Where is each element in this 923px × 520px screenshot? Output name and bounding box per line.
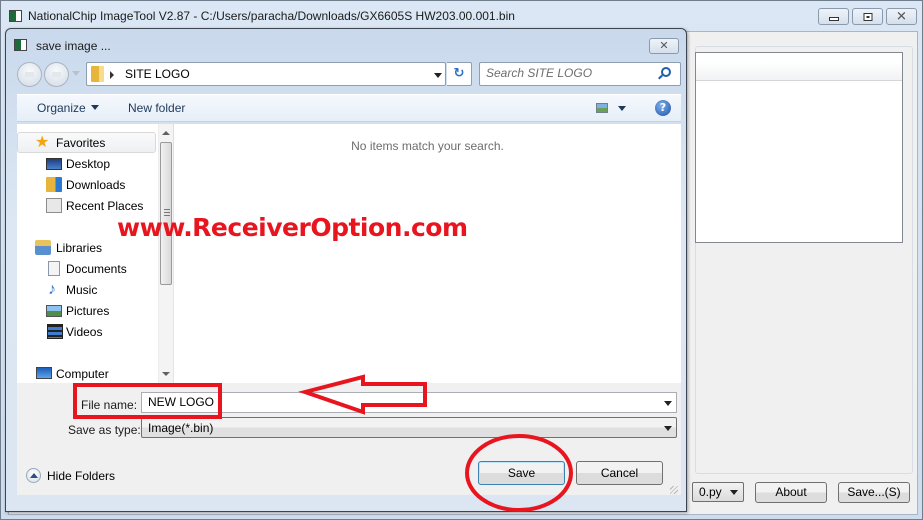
nav-item-label: Recent Places xyxy=(66,199,144,213)
chevron-down-icon xyxy=(90,105,99,110)
nav-item-label: Favorites xyxy=(56,136,106,150)
navigation-scrollbar[interactable] xyxy=(158,124,173,383)
resize-grip-icon[interactable] xyxy=(670,486,678,494)
computer-icon xyxy=(36,367,52,379)
nav-item-videos[interactable]: Videos xyxy=(17,322,156,342)
address-dropdown-icon[interactable] xyxy=(434,73,442,78)
save-as-type-label: Save as type: xyxy=(68,423,141,437)
nav-item-label: Libraries xyxy=(56,241,103,255)
save-dialog: save image ... ✕ SITE LOGO ↻ Organize Ne… xyxy=(5,28,687,512)
recent-locations-icon[interactable] xyxy=(72,71,80,76)
app-list-view[interactable] xyxy=(695,52,903,243)
nav-item-computer[interactable]: Computer xyxy=(17,364,156,384)
chevron-up-icon xyxy=(26,468,41,483)
app-titlebar: NationalChip ImageTool V2.87 - C:/Users/… xyxy=(1,1,923,31)
chevron-down-icon[interactable] xyxy=(664,401,672,406)
change-view-icon[interactable] xyxy=(596,103,608,113)
nav-item-desktop[interactable]: Desktop xyxy=(17,154,156,174)
folder-icon xyxy=(91,66,104,82)
app-title: NationalChip ImageTool V2.87 - C:/Users/… xyxy=(28,9,515,23)
refresh-button[interactable]: ↻ xyxy=(447,62,472,86)
address-bar[interactable]: SITE LOGO xyxy=(86,62,446,86)
nav-item-label: Documents xyxy=(66,262,127,276)
navigation-pane: ★ Favorites Desktop Downloads Recent Pla… xyxy=(17,124,173,383)
documents-icon xyxy=(48,261,60,276)
empty-message: No items match your search. xyxy=(351,139,504,153)
highlight-box xyxy=(73,383,222,419)
script-combo-value: 0.py xyxy=(699,485,722,499)
search-icon[interactable] xyxy=(661,67,671,77)
help-icon[interactable]: ? xyxy=(655,100,671,116)
nav-item-pictures[interactable]: Pictures xyxy=(17,301,156,321)
pictures-icon xyxy=(46,305,62,317)
scroll-up-icon[interactable] xyxy=(162,131,170,135)
breadcrumb-arrow-icon[interactable] xyxy=(110,71,114,79)
scroll-down-icon[interactable] xyxy=(162,372,170,376)
nav-item-documents[interactable]: Documents xyxy=(17,259,156,279)
script-combo[interactable]: 0.py xyxy=(692,482,744,502)
back-button[interactable] xyxy=(17,62,42,87)
close-icon: ✕ xyxy=(659,39,669,52)
search-input[interactable] xyxy=(486,66,656,80)
save-as-type-value: Image(*.bin) xyxy=(148,421,214,435)
new-folder-button[interactable]: New folder xyxy=(128,101,185,115)
close-button[interactable]: ✕ xyxy=(886,8,917,25)
nav-item-downloads[interactable]: Downloads xyxy=(17,175,156,195)
music-icon: ♪ xyxy=(48,281,56,298)
list-header xyxy=(696,62,902,81)
organize-label: Organize xyxy=(37,101,86,115)
star-icon: ★ xyxy=(35,134,50,151)
organize-menu[interactable]: Organize xyxy=(37,101,99,115)
videos-icon xyxy=(47,324,63,339)
watermark-text: www.ReceiverOption.com xyxy=(117,213,468,242)
command-toolbar: Organize New folder ? xyxy=(17,94,681,122)
desktop-icon xyxy=(46,158,62,170)
nav-item-label: Pictures xyxy=(66,304,110,318)
dialog-app-icon xyxy=(14,39,27,51)
chevron-down-icon xyxy=(664,426,672,431)
nav-item-label: Desktop xyxy=(66,157,111,171)
about-button[interactable]: About xyxy=(755,482,827,503)
nav-item-label: Music xyxy=(66,283,98,297)
save-as-type-select[interactable]: Image(*.bin) xyxy=(141,417,677,438)
cancel-button[interactable]: Cancel xyxy=(576,461,663,485)
minimize-icon xyxy=(828,16,839,21)
nav-item-label: Computer xyxy=(56,367,109,381)
downloads-icon xyxy=(46,177,62,192)
minimize-button[interactable] xyxy=(818,8,849,25)
hide-folders-label: Hide Folders xyxy=(47,469,116,483)
libraries-icon xyxy=(35,240,51,255)
nav-item-label: Downloads xyxy=(66,178,126,192)
refresh-icon: ↻ xyxy=(453,66,465,81)
forward-button[interactable] xyxy=(44,62,69,87)
maximize-button[interactable] xyxy=(852,8,883,25)
chevron-down-icon xyxy=(730,490,738,495)
file-name-input[interactable] xyxy=(148,395,648,409)
dialog-title: save image ... xyxy=(36,39,111,53)
close-icon: ✕ xyxy=(896,9,907,24)
app-save-button[interactable]: Save...(S) xyxy=(838,482,910,503)
nav-item-music[interactable]: ♪ Music xyxy=(17,280,156,300)
view-options-chevron-icon[interactable] xyxy=(618,106,626,111)
search-box[interactable] xyxy=(479,62,681,86)
save-button[interactable]: Save xyxy=(478,461,565,485)
recent-places-icon xyxy=(46,198,62,213)
maximize-icon xyxy=(863,12,872,21)
nav-item-label: Videos xyxy=(66,325,103,339)
breadcrumb-current[interactable]: SITE LOGO xyxy=(125,67,190,81)
dialog-close-button[interactable]: ✕ xyxy=(649,38,679,54)
app-icon xyxy=(9,10,22,22)
nav-item-favorites[interactable]: ★ Favorites xyxy=(17,132,156,153)
file-list-pane[interactable]: No items match your search. xyxy=(174,124,681,383)
